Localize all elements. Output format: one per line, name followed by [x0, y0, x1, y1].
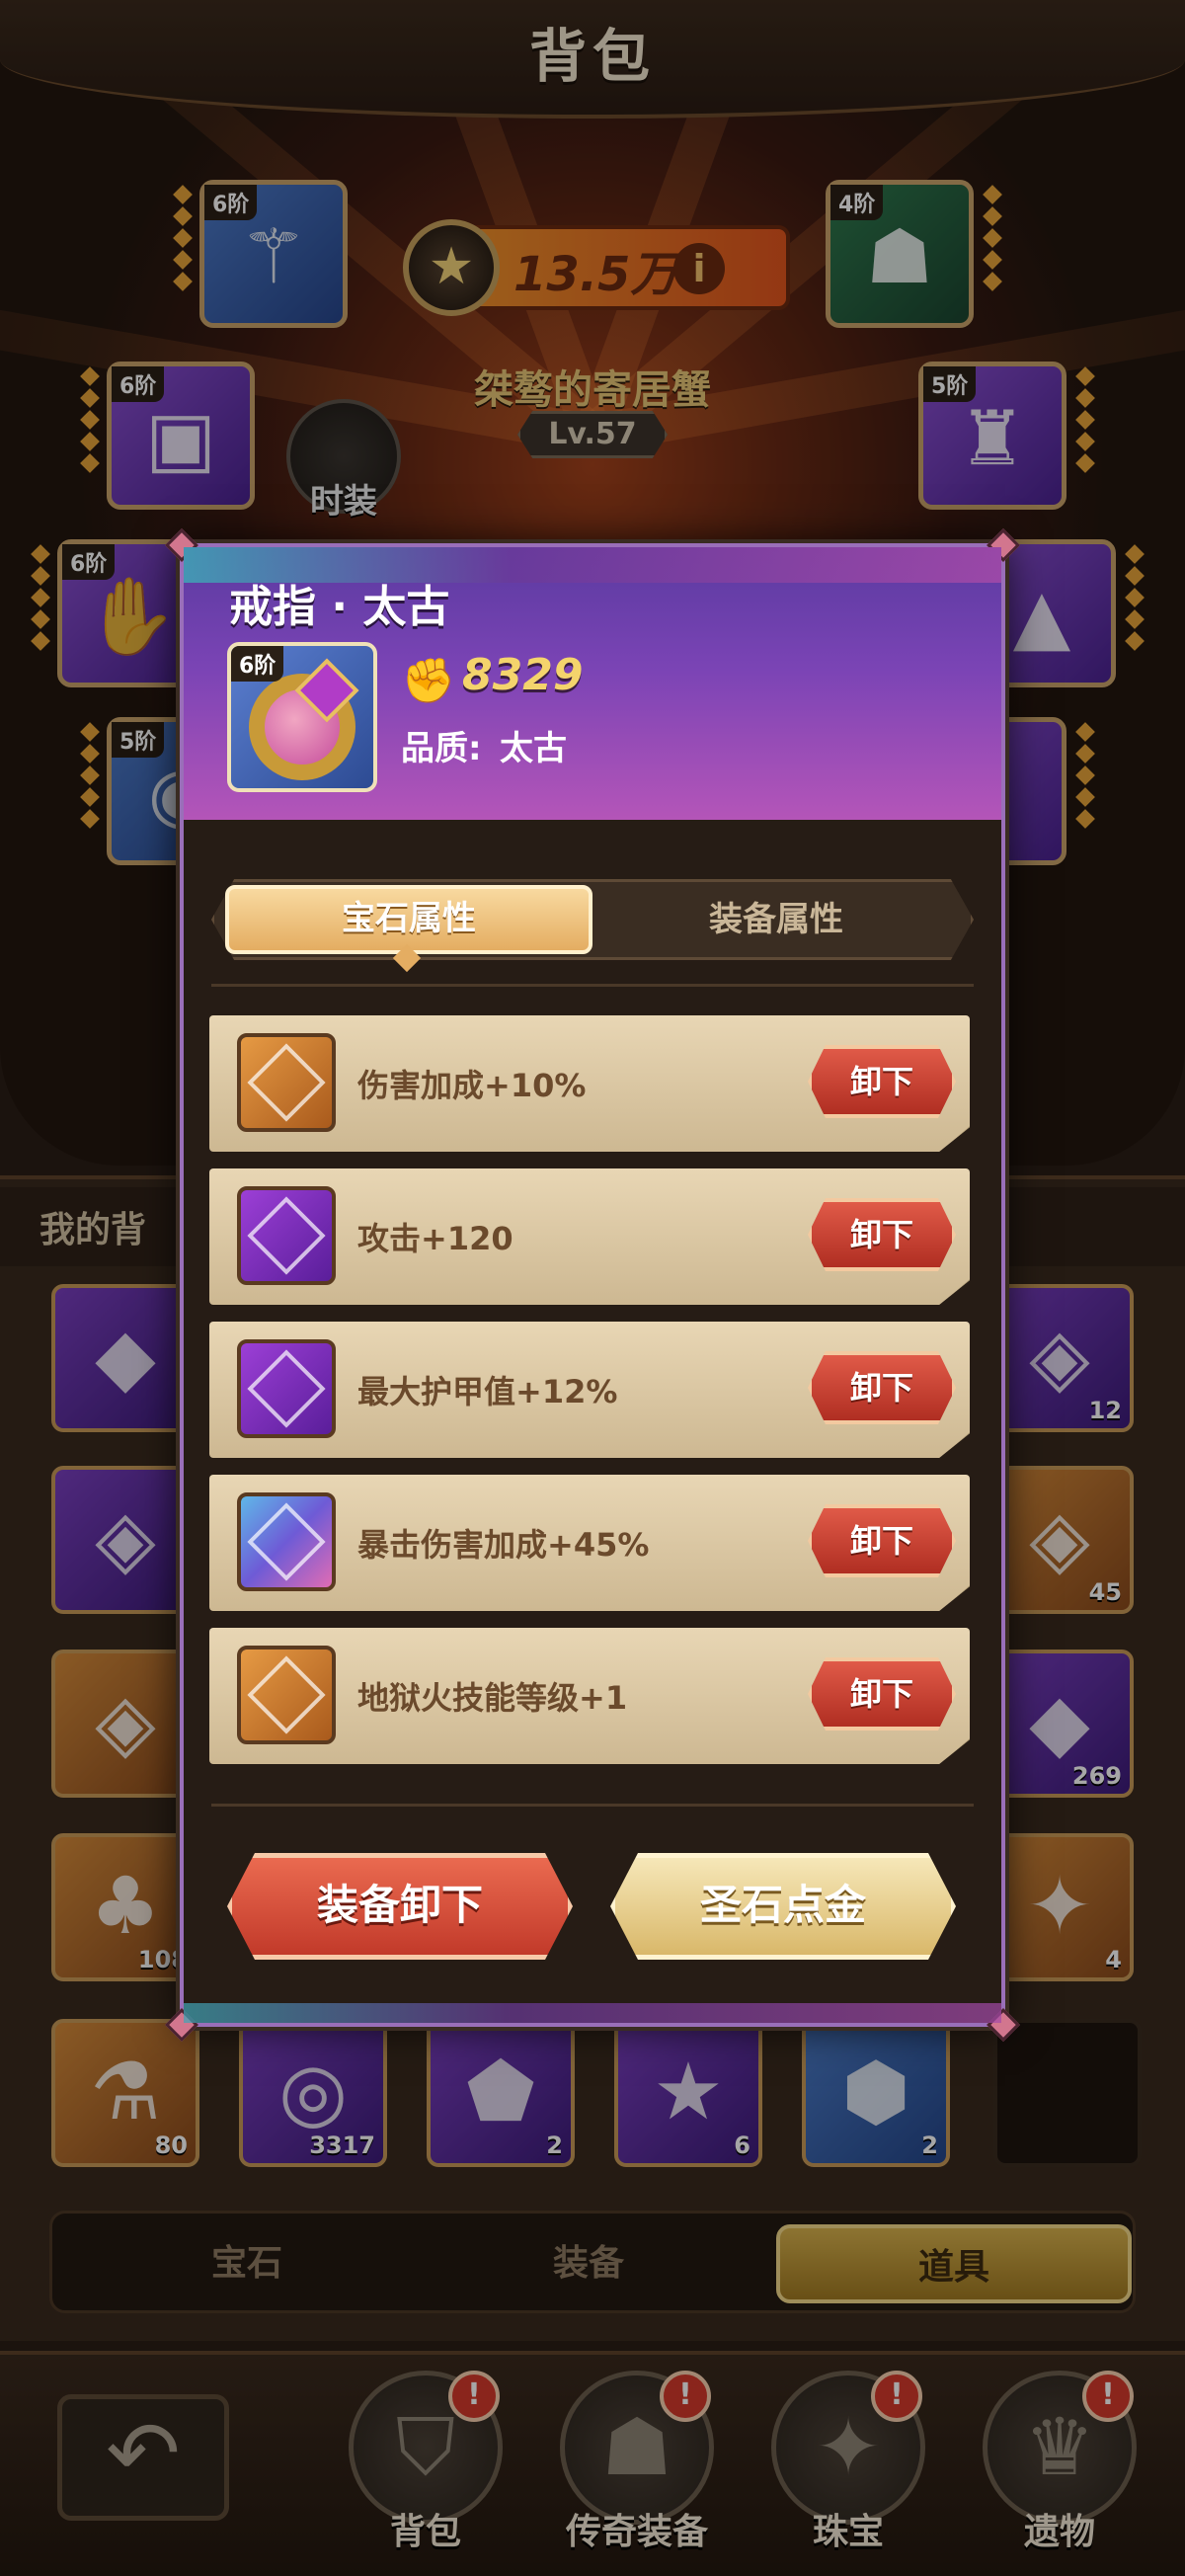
gem-row: 最大护甲值+12% 卸下: [209, 1322, 970, 1458]
item-icon: 6阶: [227, 642, 377, 792]
gem-attribute: 伤害加成+10%: [357, 1067, 587, 1104]
divider: [211, 984, 974, 987]
item-title: 戒指 · 太古: [229, 582, 450, 632]
modal-footer-stripe: [184, 2003, 1001, 2023]
gem-row: 攻击+120 卸下: [209, 1168, 970, 1305]
tier-label: 6阶: [231, 646, 284, 682]
unequip-button[interactable]: 装备卸下: [227, 1853, 573, 1960]
divider: [211, 1804, 974, 1807]
gem-row: 伤害加成+10% 卸下: [209, 1015, 970, 1152]
holy-stone-goldify-button[interactable]: 圣石点金: [610, 1853, 956, 1960]
gem-row: 地狱火技能等级+1 卸下: [209, 1628, 970, 1764]
quality-value: 太古: [500, 729, 567, 768]
tab-gem-attributes[interactable]: 宝石属性: [225, 885, 592, 954]
purple-gem-icon[interactable]: [237, 1186, 336, 1285]
gem-attribute: 暴击伤害加成+45%: [357, 1526, 650, 1564]
unmount-gem-button[interactable]: 卸下: [808, 1504, 956, 1577]
gem-row: 暴击伤害加成+45% 卸下: [209, 1475, 970, 1611]
item-power: 8329: [462, 650, 584, 700]
quality-label: 品质:: [401, 729, 482, 768]
unmount-gem-button[interactable]: 卸下: [808, 1198, 956, 1271]
gem-attribute: 地狱火技能等级+1: [357, 1679, 628, 1717]
orange-gem-icon[interactable]: [237, 1033, 336, 1132]
rainbow-gem-icon[interactable]: [237, 1492, 336, 1591]
orange-gem-icon[interactable]: [237, 1646, 336, 1744]
purple-gem-icon[interactable]: [237, 1339, 336, 1438]
unmount-gem-button[interactable]: 卸下: [808, 1657, 956, 1731]
unmount-gem-button[interactable]: 卸下: [808, 1045, 956, 1118]
tab-equipment-attributes[interactable]: 装备属性: [592, 885, 960, 954]
gem-attribute: 攻击+120: [357, 1220, 514, 1257]
gem-attribute: 最大护甲值+12%: [357, 1373, 618, 1410]
fist-icon: ✊: [401, 656, 456, 706]
unmount-gem-button[interactable]: 卸下: [808, 1351, 956, 1424]
